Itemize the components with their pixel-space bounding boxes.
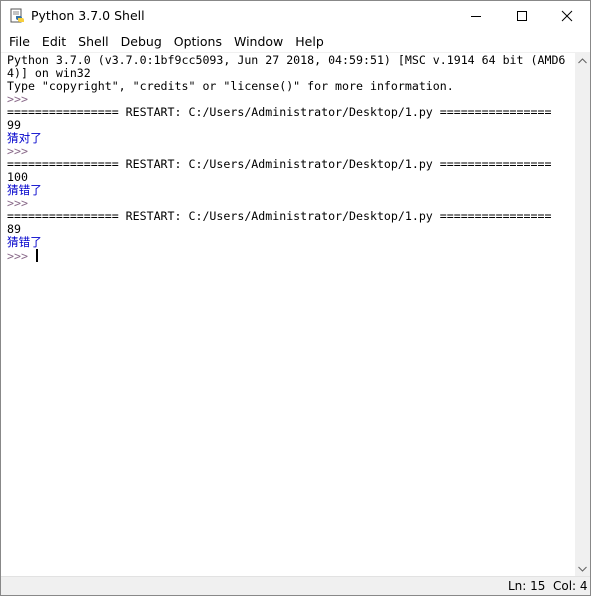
shell-prompt: >>> xyxy=(7,196,35,210)
shell-text-area[interactable]: Python 3.7.0 (v3.7.0:1bf9cc5093, Jun 27 … xyxy=(1,53,575,576)
shell-text-line: Type "copyright", "credits" or "license(… xyxy=(7,80,575,93)
shell-output-line: 猜错了 xyxy=(7,184,575,197)
menu-edit[interactable]: Edit xyxy=(36,31,72,52)
shell-prompt: >>> xyxy=(7,92,35,106)
shell-text: Python 3.7.0 (v3.7.0:1bf9cc5093, Jun 27 … xyxy=(7,53,566,67)
restart-banner: ================ RESTART: C:/Users/Admin… xyxy=(7,105,552,119)
menu-options[interactable]: Options xyxy=(168,31,228,52)
status-bar: Ln: 15 Col: 4 xyxy=(1,576,590,595)
shell-output-line: 猜错了 xyxy=(7,236,575,249)
close-button[interactable] xyxy=(544,1,590,31)
shell-prompt-line: >>> xyxy=(7,249,575,263)
menu-debug[interactable]: Debug xyxy=(115,31,168,52)
shell-text-line: 99 xyxy=(7,119,575,132)
shell-text-line: 89 xyxy=(7,223,575,236)
python-idle-icon xyxy=(9,8,25,24)
shell-text: 89 xyxy=(7,222,21,236)
shell-prompt: >>> xyxy=(7,144,35,158)
title-bar[interactable]: Python 3.7.0 Shell xyxy=(1,1,590,31)
menu-shell[interactable]: Shell xyxy=(72,31,115,52)
maximize-icon xyxy=(517,11,527,21)
column-number-status: Col: 4 xyxy=(553,579,588,593)
shell-text: Type "copyright", "credits" or "license(… xyxy=(7,79,454,93)
menu-file[interactable]: File xyxy=(3,31,36,52)
chevron-down-icon xyxy=(578,566,587,572)
maximize-button[interactable] xyxy=(499,1,545,31)
menu-bar: File Edit Shell Debug Options Window Hel… xyxy=(1,31,590,52)
menu-help[interactable]: Help xyxy=(289,31,330,52)
restart-banner-line: ================ RESTART: C:/Users/Admin… xyxy=(7,158,575,171)
shell-prompt: >>> xyxy=(7,249,35,263)
program-output: 猜错了 xyxy=(7,183,42,197)
program-output: 猜对了 xyxy=(7,131,42,145)
restart-banner: ================ RESTART: C:/Users/Admin… xyxy=(7,157,552,171)
shell-text-line: Python 3.7.0 (v3.7.0:1bf9cc5093, Jun 27 … xyxy=(7,54,575,67)
scroll-up-button[interactable] xyxy=(575,53,590,68)
close-icon xyxy=(561,10,573,22)
minimize-icon xyxy=(471,16,481,17)
idle-shell-window: Python 3.7.0 Shell File Edit Shell Debug… xyxy=(0,0,591,596)
menu-window[interactable]: Window xyxy=(228,31,289,52)
shell-text-line: 100 xyxy=(7,171,575,184)
text-cursor xyxy=(35,249,38,262)
shell-text: 100 xyxy=(7,170,28,184)
shell-text: 99 xyxy=(7,118,21,132)
window-title: Python 3.7.0 Shell xyxy=(31,8,145,23)
restart-banner-line: ================ RESTART: C:/Users/Admin… xyxy=(7,210,575,223)
minimize-button[interactable] xyxy=(453,1,499,31)
restart-banner: ================ RESTART: C:/Users/Admin… xyxy=(7,209,552,223)
shell-output-line: 猜对了 xyxy=(7,132,575,145)
restart-banner-line: ================ RESTART: C:/Users/Admin… xyxy=(7,106,575,119)
vertical-scrollbar[interactable] xyxy=(575,53,590,576)
scroll-down-button[interactable] xyxy=(575,561,590,576)
shell-text: 4)] on win32 xyxy=(7,66,91,80)
program-output: 猜错了 xyxy=(7,235,42,249)
chevron-up-icon xyxy=(578,57,587,63)
line-number-status: Ln: 15 xyxy=(508,579,546,593)
